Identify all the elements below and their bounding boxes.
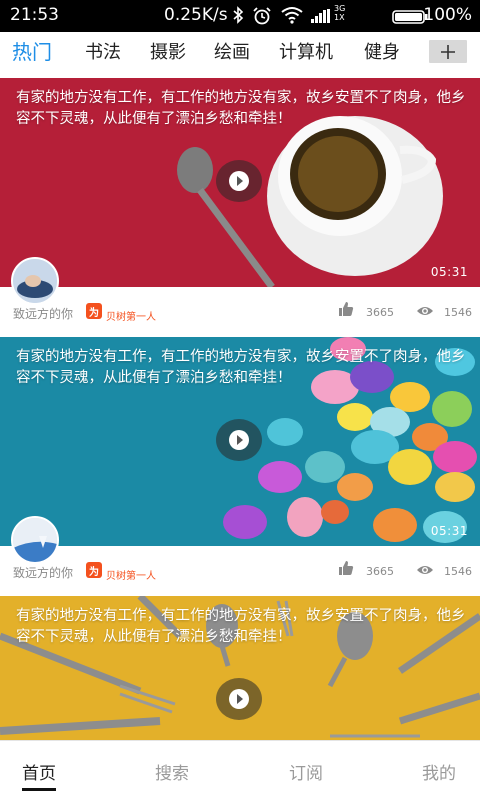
add-tab-button[interactable]	[429, 40, 467, 63]
card-title: 有家的地方没有工作，有工作的地方没有家，故乡安置不了肉身，他乡容不下灵魂，从此便…	[16, 90, 466, 127]
tab-hot[interactable]: 热门	[12, 36, 52, 65]
source-logo-icon: 为	[86, 562, 102, 578]
video-card[interactable]: 有家的地方没有工作，有工作的地方没有家，故乡安置不了肉身，他乡容不下灵魂，从此便…	[0, 596, 480, 740]
avatar[interactable]	[11, 516, 59, 564]
wifi-icon	[281, 6, 303, 29]
video-thumbnail[interactable]: 有家的地方没有工作，有工作的地方没有家，故乡安置不了肉身，他乡容不下灵魂，从此便…	[0, 337, 480, 546]
video-card[interactable]: 有家的地方没有工作，有工作的地方没有家，故乡安置不了肉身，他乡容不下灵魂，从此便…	[0, 337, 480, 596]
source-name[interactable]: 贝树第一人	[106, 567, 156, 582]
play-button[interactable]	[216, 419, 262, 461]
thumbs-up-icon[interactable]	[338, 301, 354, 321]
avatar[interactable]	[11, 257, 59, 305]
tab-photography[interactable]: 摄影	[150, 38, 186, 64]
card-title: 有家的地方没有工作，有工作的地方没有家，故乡安置不了肉身，他乡容不下灵魂，从此便…	[16, 608, 466, 645]
play-icon	[229, 430, 249, 450]
source-logo-icon: 为	[86, 303, 102, 319]
category-tab-bar: 热门 书法 摄影 绘画 计算机 健身	[0, 32, 480, 78]
battery-percent: 100%	[423, 5, 472, 25]
signal-icon	[311, 8, 331, 28]
nav-search[interactable]: 搜索	[155, 759, 189, 784]
video-duration: 05:31	[430, 524, 468, 538]
author-name[interactable]: 致远方的你	[13, 564, 73, 581]
card-meta: 致远方的你 为 贝树第一人 3665 1546	[0, 287, 480, 337]
play-icon	[229, 171, 249, 191]
source-name[interactable]: 贝树第一人	[106, 308, 156, 323]
like-count: 3665	[366, 565, 394, 578]
view-count: 1546	[444, 565, 472, 578]
active-nav-indicator	[22, 788, 56, 791]
nav-subscribe[interactable]: 订阅	[289, 759, 323, 784]
tab-painting[interactable]: 绘画	[214, 38, 250, 64]
author-name[interactable]: 致远方的你	[13, 305, 73, 322]
bottom-nav: 首页 搜索 订阅 我的	[0, 740, 480, 800]
status-time: 21:53	[10, 5, 59, 25]
video-thumbnail[interactable]: 有家的地方没有工作，有工作的地方没有家，故乡安置不了肉身，他乡容不下灵魂，从此便…	[0, 596, 480, 740]
video-card[interactable]: 有家的地方没有工作，有工作的地方没有家，故乡安置不了肉身，他乡容不下灵魂，从此便…	[0, 78, 480, 337]
network-speed: 0.25K/s	[164, 5, 228, 25]
alarm-icon	[252, 6, 272, 31]
tab-fitness[interactable]: 健身	[364, 38, 400, 64]
network-type: 3G 1X	[334, 4, 346, 22]
view-count: 1546	[444, 306, 472, 319]
thumbs-up-icon[interactable]	[338, 560, 354, 580]
play-button[interactable]	[216, 678, 262, 720]
eye-icon	[416, 561, 434, 580]
card-meta: 致远方的你 为 贝树第一人 3665 1546	[0, 546, 480, 596]
nav-mine[interactable]: 我的	[422, 759, 456, 784]
video-thumbnail[interactable]: 有家的地方没有工作，有工作的地方没有家，故乡安置不了肉身，他乡容不下灵魂，从此便…	[0, 78, 480, 287]
status-bar: 21:53 0.25K/s 3G 1X 100%	[0, 0, 480, 32]
like-count: 3665	[366, 306, 394, 319]
play-icon	[229, 689, 249, 709]
eye-icon	[416, 302, 434, 321]
card-title: 有家的地方没有工作，有工作的地方没有家，故乡安置不了肉身，他乡容不下灵魂，从此便…	[16, 349, 466, 386]
tab-calligraphy[interactable]: 书法	[85, 38, 121, 64]
nav-home[interactable]: 首页	[22, 759, 56, 784]
play-button[interactable]	[216, 160, 262, 202]
video-duration: 05:31	[430, 265, 468, 279]
bluetooth-icon	[232, 6, 244, 29]
plus-icon	[441, 44, 455, 59]
tab-computer[interactable]: 计算机	[279, 38, 333, 64]
